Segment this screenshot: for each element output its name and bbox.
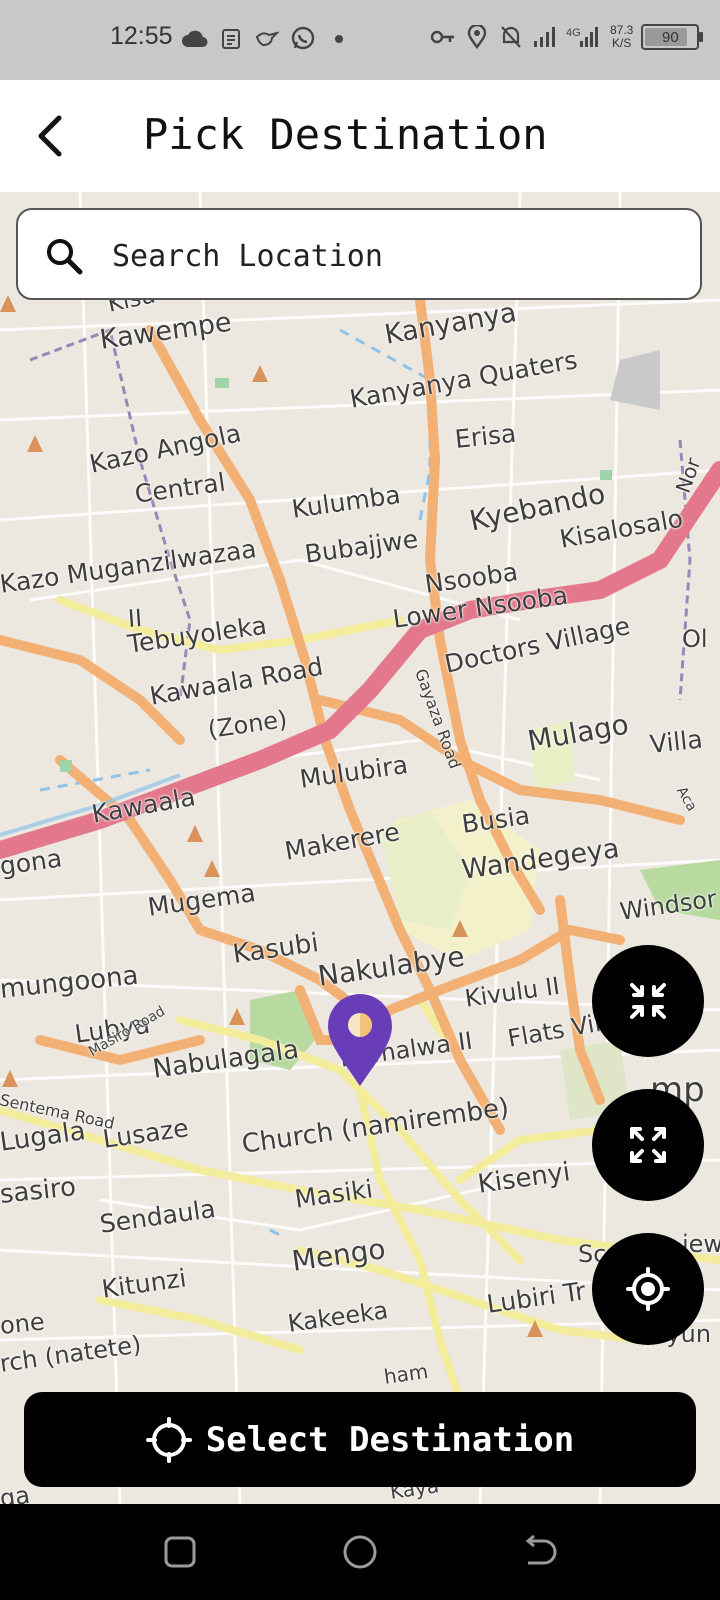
back-arrow-icon xyxy=(525,1535,557,1565)
select-destination-button[interactable]: Select Destination xyxy=(24,1392,696,1487)
collapse-button[interactable] xyxy=(592,945,704,1057)
expand-button[interactable] xyxy=(592,1089,704,1201)
chevron-left-icon xyxy=(38,115,62,157)
dot-icon xyxy=(326,26,352,52)
home-circle-icon xyxy=(343,1535,377,1569)
app-bar: Pick Destination xyxy=(0,80,720,192)
speed-unit: K/S xyxy=(612,36,632,50)
page-title: Pick Destination xyxy=(143,110,548,159)
map-label: one xyxy=(0,1307,46,1340)
key-icon xyxy=(430,24,456,50)
network-type-text: 4G xyxy=(566,27,581,39)
system-nav-bar xyxy=(0,1504,720,1600)
crosshair-icon xyxy=(145,1416,192,1463)
recents-square-icon xyxy=(164,1536,196,1568)
search-icon xyxy=(44,236,84,280)
whatsapp-icon xyxy=(290,26,316,52)
back-button[interactable] xyxy=(24,110,76,162)
battery-indicator: 90 xyxy=(641,24,704,50)
cloud-icon xyxy=(182,26,208,52)
home-button[interactable] xyxy=(340,1534,380,1570)
collapse-arrows-icon xyxy=(630,983,666,1019)
status-bar: 12:55 4G 87.3 K/S 90 xyxy=(0,0,720,80)
search-input[interactable] xyxy=(110,228,674,284)
my-location-icon xyxy=(626,1267,670,1311)
network-speed: 87.3 K/S xyxy=(610,24,633,50)
recents-button[interactable] xyxy=(160,1534,200,1570)
mute-icon xyxy=(498,24,524,50)
back-nav-button[interactable] xyxy=(520,1534,560,1570)
battery-level: 90 xyxy=(662,28,679,46)
select-destination-label: Select Destination xyxy=(205,1419,575,1460)
notes-icon xyxy=(218,26,244,52)
bird-icon xyxy=(254,26,280,52)
status-time: 12:55 xyxy=(110,22,173,50)
location-icon xyxy=(464,24,490,50)
system-icons: 4G 87.3 K/S 90 xyxy=(430,24,704,50)
search-bar[interactable] xyxy=(16,208,702,300)
my-location-button[interactable] xyxy=(592,1233,704,1345)
map-label: ga xyxy=(0,1480,32,1504)
signal-icon xyxy=(532,24,558,50)
map-label: Ol xyxy=(682,625,708,653)
map-label: Villa xyxy=(648,724,704,759)
notification-icons xyxy=(182,26,352,52)
expand-arrows-icon xyxy=(630,1127,666,1163)
signal-4g-icon: 4G xyxy=(566,24,602,50)
